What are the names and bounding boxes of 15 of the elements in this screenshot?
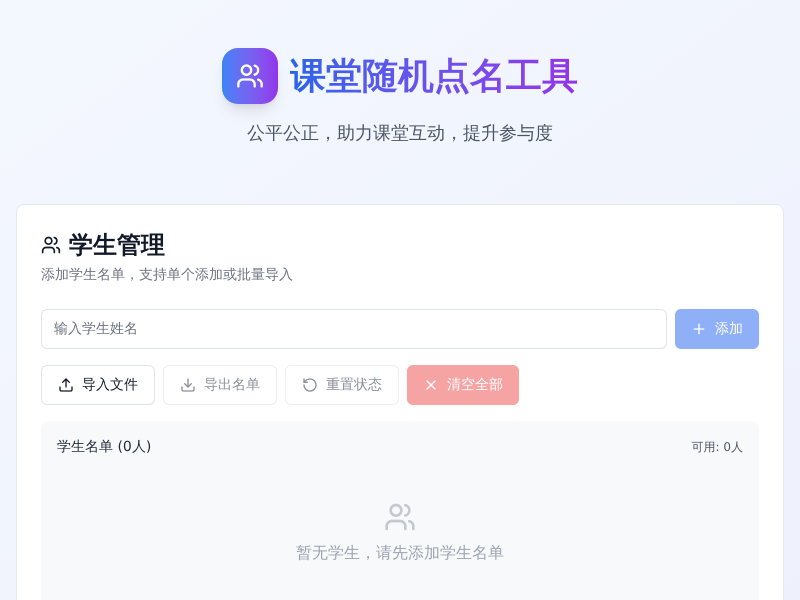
student-name-input[interactable]: 输入学生姓名: [41, 309, 667, 349]
available-count: 可用: 0人: [692, 439, 743, 455]
panel-description: 添加学生名单，支持单个添加或批量导入: [41, 266, 294, 285]
upload-icon: [58, 377, 74, 393]
download-icon: [180, 377, 196, 393]
plus-icon: [691, 321, 707, 337]
users-icon: [41, 235, 61, 255]
users-icon: [384, 501, 416, 533]
action-button[interactable]: 导入文件: [41, 365, 155, 405]
panel-title: 学生管理: [69, 230, 165, 261]
roster-title: 学生名单 (0人): [57, 438, 152, 457]
app-subtitle: 公平公正，助力课堂互动，提升参与度: [247, 122, 553, 146]
empty-message: 暂无学生，请先添加学生名单: [296, 542, 504, 564]
reset-icon: [302, 377, 318, 393]
users-icon: [236, 62, 264, 90]
